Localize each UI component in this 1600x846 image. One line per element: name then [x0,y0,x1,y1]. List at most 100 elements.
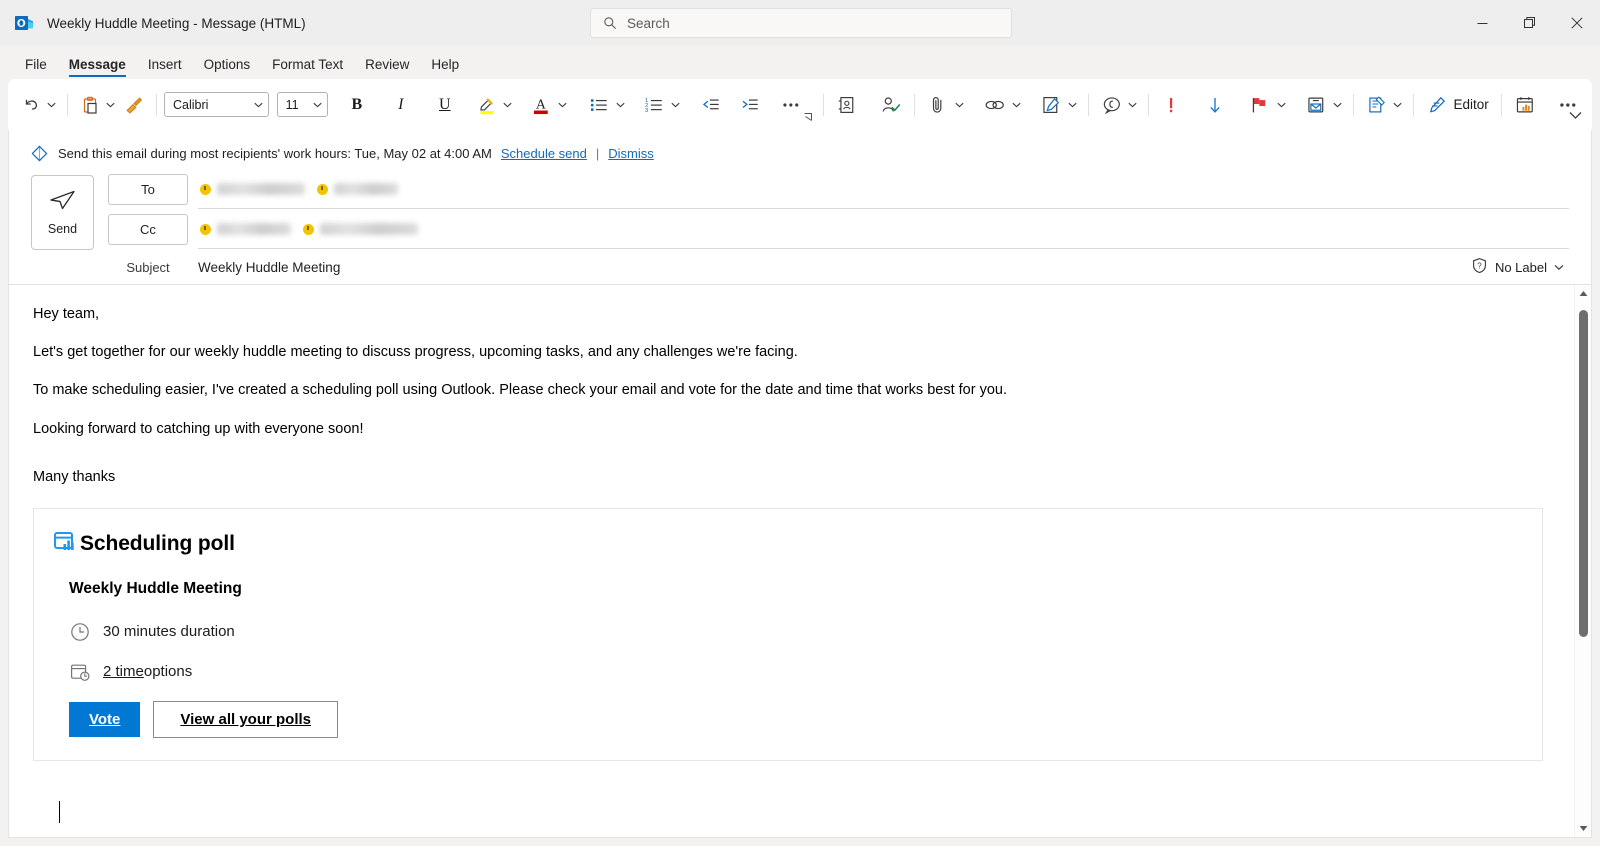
tab-format-text[interactable]: Format Text [261,53,354,79]
font-color-button[interactable]: A [525,88,557,122]
undo-button[interactable] [16,88,46,122]
to-button[interactable]: To [108,174,188,205]
immersive-reader-button[interactable] [1361,88,1393,122]
subject-input[interactable]: Weekly Huddle Meeting [198,260,1466,275]
attach-chevron-down-icon[interactable] [954,88,968,122]
more-formatting-button[interactable] [775,88,807,122]
text-highlight-color-button[interactable] [471,88,503,122]
ribbon-separator [913,93,915,116]
tab-message[interactable]: Message [58,53,137,79]
cc-input[interactable] [198,210,1569,249]
move-to-chevron-down-icon[interactable] [1332,88,1346,122]
numbering-chevron-down-icon[interactable] [670,88,684,122]
bold-button[interactable]: B [342,88,372,122]
scrollbar-track[interactable] [1575,302,1592,820]
tab-help[interactable]: Help [420,53,470,79]
view-all-polls-button[interactable]: View all your polls [153,700,339,738]
font-size-combobox[interactable]: 11 [276,92,329,117]
format-painter-button[interactable] [119,88,149,122]
link-chevron-down-icon[interactable] [1011,88,1025,122]
scheduling-poll-button[interactable] [1509,88,1541,122]
close-button[interactable] [1553,0,1600,46]
body-paragraph: Let's get together for our weekly huddle… [33,344,798,361]
increase-indent-button[interactable] [734,88,766,122]
font-name-chevron-down-icon [254,102,263,107]
follow-up-flag-button[interactable] [1244,88,1276,122]
window-controls [1459,0,1600,46]
undo-chevron-down-icon[interactable] [46,88,60,122]
numbering-button[interactable]: 1 2 3 [638,88,670,122]
recipient-name-redacted [334,183,398,195]
poll-meeting-title: Weekly Huddle Meeting [69,580,242,598]
recipient-chip[interactable] [303,223,418,235]
send-button[interactable]: Send [31,175,94,250]
comment-button[interactable] [1096,88,1128,122]
restore-button[interactable] [1506,0,1553,46]
editor-button[interactable]: Editor [1421,88,1493,122]
low-importance-button[interactable] [1200,88,1230,122]
presence-away-icon [200,223,211,235]
attach-file-button[interactable] [922,88,954,122]
body-signoff: Many thanks [33,468,116,485]
scroll-down-arrow-icon[interactable] [1575,820,1592,837]
ribbon-separator [822,93,824,116]
suggestion-separator: | [595,146,600,161]
signature-button[interactable] [1035,88,1067,122]
link-button[interactable] [978,88,1012,122]
search-container[interactable]: Search [590,8,1012,38]
font-color-chevron-down-icon[interactable] [557,88,571,122]
message-body-area[interactable]: Hey team, Let's get together for our wee… [9,284,1591,837]
paste-button[interactable] [75,88,105,122]
flag-chevron-down-icon[interactable] [1276,88,1290,122]
immersive-reader-chevron-down-icon[interactable] [1392,88,1406,122]
presence-away-icon [200,183,211,195]
to-input[interactable] [198,170,1569,209]
highlight-chevron-down-icon[interactable] [502,88,516,122]
recipient-chip[interactable] [200,183,305,195]
poll-duration-row: 30 minutes duration [69,621,1542,643]
recipient-chip[interactable] [317,183,398,195]
decrease-indent-button[interactable] [695,88,727,122]
vote-button[interactable]: Vote [69,701,141,737]
cc-button[interactable]: Cc [108,214,188,245]
dismiss-link[interactable]: Dismiss [608,146,654,161]
move-to-button[interactable] [1300,88,1332,122]
tab-file[interactable]: File [14,53,58,79]
recipient-chip[interactable] [200,223,291,235]
minimize-button[interactable] [1459,0,1506,46]
poll-options-row: 2 time options [69,661,1542,683]
bullets-button[interactable] [583,88,615,122]
ribbon-group-clipboard [75,88,149,122]
tab-options[interactable]: Options [193,53,262,79]
font-name-combobox[interactable]: Calibri [163,92,269,117]
sensitivity-chevron-down-icon [1554,264,1564,270]
body-paragraph: To make scheduling easier, I've created … [33,382,1008,399]
signature-chevron-down-icon[interactable] [1067,88,1081,122]
poll-time-options-link[interactable]: 2 time [103,663,144,680]
bullets-chevron-down-icon[interactable] [615,88,629,122]
paste-chevron-down-icon[interactable] [105,88,119,122]
dialog-launcher-icon[interactable] [803,112,813,124]
send-button-label: Send [47,222,78,236]
font-size-value: 11 [285,97,299,112]
comment-chevron-down-icon[interactable] [1127,88,1141,122]
sensitivity-label-text: No Label [1494,259,1547,275]
suggestion-text: Send this email during most recipients' … [58,146,492,161]
clock-icon [69,621,103,643]
italic-button[interactable]: I [386,88,416,122]
message-body[interactable]: Hey team, Let's get together for our wee… [9,285,1591,823]
body-scrollbar[interactable] [1574,285,1591,837]
tab-review[interactable]: Review [354,53,420,79]
scrollbar-thumb[interactable] [1578,310,1588,637]
underline-button[interactable]: U [430,88,460,122]
scroll-up-arrow-icon[interactable] [1575,285,1592,302]
tab-insert[interactable]: Insert [137,53,193,79]
schedule-send-link[interactable]: Schedule send [501,146,587,161]
address-book-button[interactable] [831,88,863,122]
sensitivity-label-button[interactable]: ? No Label [1466,254,1569,280]
title-bar: Weekly Huddle Meeting - Message (HTML) S… [0,0,1600,46]
high-importance-button[interactable] [1156,88,1186,122]
search-input[interactable]: Search [590,8,1012,38]
ribbon-collapse-chevron-down-icon[interactable] [1569,107,1582,125]
check-names-button[interactable] [875,88,907,122]
